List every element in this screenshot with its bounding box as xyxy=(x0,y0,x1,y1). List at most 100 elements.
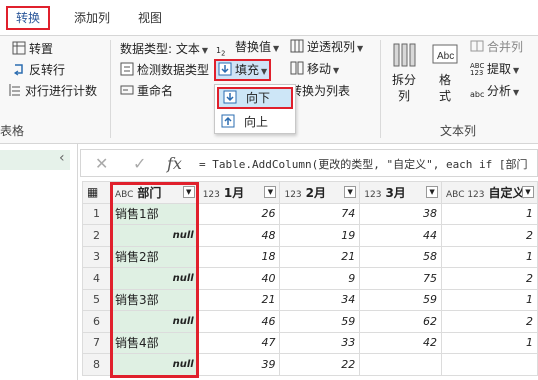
column-header-feb[interactable]: 123 2月 ▼ xyxy=(279,181,361,204)
cell-feb[interactable]: 21 xyxy=(279,245,361,268)
cell-feb[interactable]: 9 xyxy=(279,267,361,290)
cell-mar[interactable]: 38 xyxy=(359,202,443,225)
cell-mar[interactable]: 62 xyxy=(359,310,443,333)
merge-columns-button[interactable]: 合并列 xyxy=(470,38,523,56)
detect-type-button[interactable]: 检测数据类型 xyxy=(120,61,209,79)
rename-label: 重命名 xyxy=(137,84,174,98)
convert-to-list-button[interactable]: 转换为列表 xyxy=(290,82,350,100)
cell-dept[interactable]: 销售4部 xyxy=(109,331,199,354)
column-header-jan[interactable]: 123 1月 ▼ xyxy=(197,181,281,204)
format-icon: Abc xyxy=(428,40,462,72)
filter-dropdown-icon[interactable]: ▼ xyxy=(182,186,195,198)
split-column-button[interactable]: 拆分 列 xyxy=(388,40,420,104)
cell-jan[interactable]: 39 xyxy=(197,353,281,376)
cell-custom[interactable]: 2 xyxy=(441,267,538,290)
row-index[interactable]: 6 xyxy=(82,310,111,333)
cell-mar[interactable]: 59 xyxy=(359,288,443,311)
table-row[interactable]: 4 null 40 9 75 2 xyxy=(82,267,538,290)
formula-text[interactable]: = Table.AddColumn(更改的类型, "自定义", each if … xyxy=(199,156,528,172)
cell-mar[interactable]: 75 xyxy=(359,267,443,290)
count-rows-button[interactable]: 对行进行计数 xyxy=(8,82,97,100)
table-row[interactable]: 3 销售2部 18 21 58 1 xyxy=(82,245,538,268)
fx-icon[interactable]: fx xyxy=(167,154,182,173)
table-row[interactable]: 5 销售3部 21 34 59 1 xyxy=(82,288,538,311)
cell-feb[interactable]: 74 xyxy=(279,202,361,225)
cell-feb[interactable]: 19 xyxy=(279,224,361,247)
row-index[interactable]: 7 xyxy=(82,331,111,354)
cell-custom[interactable] xyxy=(441,353,538,376)
tab-add-column[interactable]: 添加列 xyxy=(66,6,118,30)
filter-dropdown-icon[interactable]: ▼ xyxy=(522,186,534,198)
cell-mar[interactable]: 42 xyxy=(359,331,443,354)
row-index[interactable]: 1 xyxy=(82,202,111,225)
table-row[interactable]: 7 销售4部 47 33 42 1 xyxy=(82,331,538,354)
cell-dept[interactable]: null xyxy=(109,310,199,333)
column-header-mar[interactable]: 123 3月 ▼ xyxy=(359,181,443,204)
cell-feb[interactable]: 34 xyxy=(279,288,361,311)
rename-button[interactable]: 重命名 xyxy=(120,82,173,100)
cell-feb[interactable]: 22 xyxy=(279,353,361,376)
cell-dept[interactable]: 销售3部 xyxy=(109,288,199,311)
format-button[interactable]: Abc 格 式 xyxy=(428,40,462,104)
reverse-rows-button[interactable]: 反转行 xyxy=(12,61,65,79)
data-type-dropdown[interactable]: 数据类型: 文本 ▼ xyxy=(120,40,208,58)
transpose-button[interactable]: 转置 xyxy=(12,40,53,58)
confirm-icon[interactable]: ✓ xyxy=(133,154,146,173)
cell-mar[interactable]: 58 xyxy=(359,245,443,268)
row-index[interactable]: 5 xyxy=(82,288,111,311)
cell-dept[interactable]: null xyxy=(109,267,199,290)
row-index[interactable]: 8 xyxy=(82,353,111,376)
cell-mar[interactable]: 44 xyxy=(359,224,443,247)
cancel-icon[interactable]: ✕ xyxy=(95,154,108,173)
fill-down-icon xyxy=(218,62,232,76)
fill-label: 填充 xyxy=(235,63,260,77)
chevron-left-icon[interactable]: ‹ xyxy=(59,150,65,166)
table-row[interactable]: 1 销售1部 26 74 38 1 xyxy=(82,202,538,225)
row-index[interactable]: 3 xyxy=(82,245,111,268)
cell-dept[interactable]: 销售2部 xyxy=(109,245,199,268)
cell-jan[interactable]: 47 xyxy=(197,331,281,354)
row-index[interactable]: 4 xyxy=(82,267,111,290)
move-button[interactable]: 移动 ▼ xyxy=(290,60,339,78)
fill-button[interactable]: 填充 ▼ xyxy=(214,59,272,81)
cell-mar[interactable] xyxy=(359,353,443,376)
table-row[interactable]: 8 null 39 22 xyxy=(82,353,538,376)
cell-custom[interactable]: 1 xyxy=(441,202,538,225)
column-header-custom[interactable]: ABC 123 自定义 ▼ xyxy=(441,181,538,204)
fill-down-item[interactable]: 向下 xyxy=(217,87,293,109)
cell-custom[interactable]: 1 xyxy=(441,245,538,268)
table-row[interactable]: 6 null 46 59 62 2 xyxy=(82,310,538,333)
parse-button[interactable]: abc 分析 ▼ xyxy=(470,82,519,100)
cell-jan[interactable]: 48 xyxy=(197,224,281,247)
cell-jan[interactable]: 21 xyxy=(197,288,281,311)
column-header-dept[interactable]: ABC 部门 ▼ xyxy=(109,181,199,204)
column-name: 自定义 xyxy=(488,185,525,200)
cell-dept[interactable]: 销售1部 xyxy=(109,202,199,225)
cell-custom[interactable]: 1 xyxy=(441,288,538,311)
filter-dropdown-icon[interactable]: ▼ xyxy=(264,186,277,198)
unpivot-button[interactable]: 逆透视列 ▼ xyxy=(290,38,363,56)
cell-dept[interactable]: null xyxy=(109,224,199,247)
filter-dropdown-icon[interactable]: ▼ xyxy=(426,186,439,198)
arrow-down-icon xyxy=(223,90,237,104)
cell-jan[interactable]: 26 xyxy=(197,202,281,225)
cell-custom[interactable]: 1 xyxy=(441,331,538,354)
replace-values-button[interactable]: 12 替换值 ▼ xyxy=(216,38,279,58)
table-row[interactable]: 2 null 48 19 44 2 xyxy=(82,224,538,247)
cell-jan[interactable]: 18 xyxy=(197,245,281,268)
tab-view[interactable]: 视图 xyxy=(130,6,170,30)
cell-dept[interactable]: null xyxy=(109,353,199,376)
cell-custom[interactable]: 2 xyxy=(441,310,538,333)
row-index[interactable]: 2 xyxy=(82,224,111,247)
cell-feb[interactable]: 59 xyxy=(279,310,361,333)
tab-transform[interactable]: 转换 xyxy=(6,6,51,30)
cell-jan[interactable]: 40 xyxy=(197,267,281,290)
fill-up-item[interactable]: 向上 xyxy=(217,111,293,133)
cell-custom[interactable]: 2 xyxy=(441,224,538,247)
data-table: ▦ ABC 部门 ▼ 123 1月 ▼ 123 2月 ▼ 123 3月 ▼ ABC 123 自定义… xyxy=(82,181,538,376)
filter-dropdown-icon[interactable]: ▼ xyxy=(344,186,357,198)
extract-button[interactable]: ABC 123 提取 ▼ xyxy=(470,60,519,78)
cell-feb[interactable]: 33 xyxy=(279,331,361,354)
cell-jan[interactable]: 46 xyxy=(197,310,281,333)
table-selector[interactable]: ▦ xyxy=(82,181,111,204)
